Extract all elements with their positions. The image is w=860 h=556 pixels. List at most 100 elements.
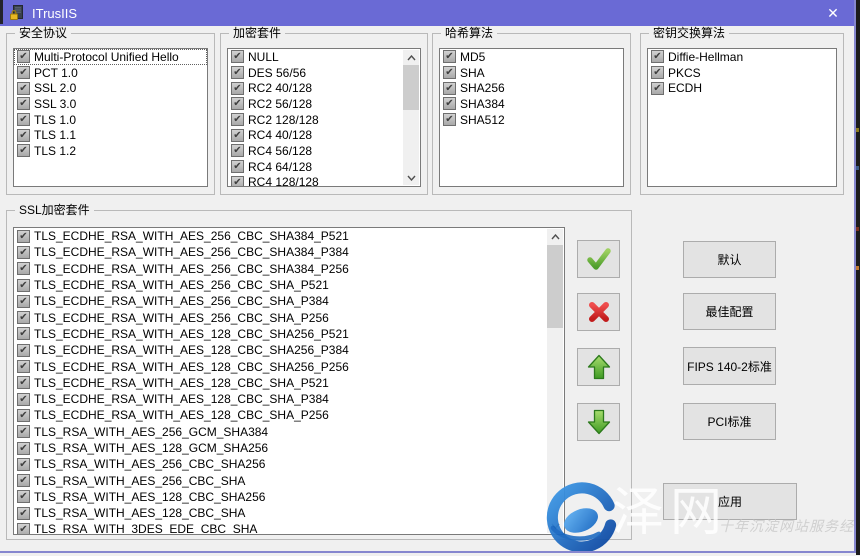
list-item[interactable]: ✔TLS_ECDHE_RSA_WITH_AES_256_CBC_SHA_P256 <box>14 309 564 325</box>
list-item[interactable]: ✔TLS_RSA_WITH_AES_128_CBC_SHA256 <box>14 489 564 505</box>
ciphers-list[interactable]: ✔NULL✔DES 56/56✔RC2 40/128✔RC2 56/128✔RC… <box>227 48 421 187</box>
confirm-button[interactable] <box>577 240 620 278</box>
list-item[interactable]: ✔SHA512 <box>440 112 623 128</box>
checkbox-checked-icon[interactable]: ✔ <box>651 82 664 95</box>
checkbox-checked-icon[interactable]: ✔ <box>17 409 30 422</box>
list-item[interactable]: ✔TLS_ECDHE_RSA_WITH_AES_256_CBC_SHA384_P… <box>14 261 564 277</box>
default-button[interactable]: 默认 <box>683 241 776 278</box>
list-item[interactable]: ✔PCT 1.0 <box>14 65 207 81</box>
scroll-up-icon[interactable] <box>547 229 563 244</box>
checkbox-checked-icon[interactable]: ✔ <box>231 50 244 63</box>
checkbox-checked-icon[interactable]: ✔ <box>17 360 30 373</box>
list-item[interactable]: ✔TLS_RSA_WITH_AES_256_GCM_SHA384 <box>14 424 564 440</box>
list-item[interactable]: ✔RC2 40/128 <box>228 80 420 96</box>
hashes-list[interactable]: ✔MD5✔SHA✔SHA256✔SHA384✔SHA512 <box>439 48 624 187</box>
list-item[interactable]: ✔NULL <box>228 49 420 65</box>
checkbox-checked-icon[interactable]: ✔ <box>17 129 30 142</box>
pci-standard-button[interactable]: PCI标准 <box>683 403 776 440</box>
checkbox-checked-icon[interactable]: ✔ <box>17 507 30 520</box>
ssl-cipher-list[interactable]: ✔TLS_ECDHE_RSA_WITH_AES_256_CBC_SHA384_P… <box>13 227 565 535</box>
ciphers-scrollbar[interactable] <box>403 50 419 185</box>
checkbox-checked-icon[interactable]: ✔ <box>17 82 30 95</box>
checkbox-checked-icon[interactable]: ✔ <box>17 279 30 292</box>
remove-button[interactable] <box>577 293 620 331</box>
checkbox-checked-icon[interactable]: ✔ <box>17 490 30 503</box>
list-item[interactable]: ✔RC2 56/128 <box>228 96 420 112</box>
checkbox-checked-icon[interactable]: ✔ <box>17 376 30 389</box>
best-config-button[interactable]: 最佳配置 <box>683 293 776 330</box>
list-item[interactable]: ✔PKCS <box>648 65 836 81</box>
checkbox-checked-icon[interactable]: ✔ <box>17 474 30 487</box>
checkbox-checked-icon[interactable]: ✔ <box>231 160 244 173</box>
apply-button[interactable]: 应用 <box>663 483 797 520</box>
move-down-button[interactable] <box>577 403 620 441</box>
close-icon[interactable]: ✕ <box>818 0 848 26</box>
checkbox-checked-icon[interactable]: ✔ <box>17 144 30 157</box>
list-item[interactable]: ✔TLS_ECDHE_RSA_WITH_AES_128_CBC_SHA_P384 <box>14 391 564 407</box>
list-item[interactable]: ✔SHA256 <box>440 80 623 96</box>
list-item[interactable]: ✔TLS_ECDHE_RSA_WITH_AES_256_CBC_SHA384_P… <box>14 244 564 260</box>
list-item[interactable]: ✔RC2 128/128 <box>228 112 420 128</box>
checkbox-checked-icon[interactable]: ✔ <box>17 425 30 438</box>
checkbox-checked-icon[interactable]: ✔ <box>231 66 244 79</box>
list-item[interactable]: ✔TLS_RSA_WITH_AES_256_CBC_SHA <box>14 472 564 488</box>
list-item[interactable]: ✔Multi-Protocol Unified Hello <box>14 49 207 65</box>
scroll-down-icon[interactable] <box>403 170 419 185</box>
checkbox-checked-icon[interactable]: ✔ <box>17 393 30 406</box>
move-up-button[interactable] <box>577 348 620 386</box>
list-item[interactable]: ✔RC4 64/128 <box>228 159 420 175</box>
list-item[interactable]: ✔TLS_ECDHE_RSA_WITH_AES_128_CBC_SHA_P521 <box>14 375 564 391</box>
list-item[interactable]: ✔TLS_RSA_WITH_AES_256_CBC_SHA256 <box>14 456 564 472</box>
list-item[interactable]: ✔Diffie-Hellman <box>648 49 836 65</box>
checkbox-checked-icon[interactable]: ✔ <box>651 50 664 63</box>
checkbox-checked-icon[interactable]: ✔ <box>17 523 30 535</box>
list-item[interactable]: ✔SSL 3.0 <box>14 96 207 112</box>
checkbox-checked-icon[interactable]: ✔ <box>443 50 456 63</box>
list-item[interactable]: ✔SHA384 <box>440 96 623 112</box>
checkbox-checked-icon[interactable]: ✔ <box>443 66 456 79</box>
list-item[interactable]: ✔TLS_RSA_WITH_AES_128_GCM_SHA256 <box>14 440 564 456</box>
checkbox-checked-icon[interactable]: ✔ <box>443 97 456 110</box>
list-item[interactable]: ✔DES 56/56 <box>228 65 420 81</box>
checkbox-checked-icon[interactable]: ✔ <box>17 246 30 259</box>
checkbox-checked-icon[interactable]: ✔ <box>17 262 30 275</box>
checkbox-checked-icon[interactable]: ✔ <box>17 66 30 79</box>
list-item[interactable]: ✔TLS_ECDHE_RSA_WITH_AES_256_CBC_SHA384_P… <box>14 228 564 244</box>
scrollbar-thumb[interactable] <box>547 245 563 328</box>
checkbox-checked-icon[interactable]: ✔ <box>651 66 664 79</box>
checkbox-checked-icon[interactable]: ✔ <box>231 176 244 187</box>
protocols-list[interactable]: ✔Multi-Protocol Unified Hello✔PCT 1.0 ✔SS… <box>13 48 208 187</box>
list-item[interactable]: ✔ECDH <box>648 80 836 96</box>
list-item[interactable]: ✔TLS_ECDHE_RSA_WITH_AES_128_CBC_SHA256_P… <box>14 342 564 358</box>
list-item[interactable]: ✔RC4 56/128 <box>228 143 420 159</box>
keyex-list[interactable]: ✔Diffie-Hellman✔PKCS✔ECDH <box>647 48 837 187</box>
list-item[interactable]: ✔MD5 <box>440 49 623 65</box>
checkbox-checked-icon[interactable]: ✔ <box>231 113 244 126</box>
list-item[interactable]: ✔RC4 128/128 <box>228 175 420 188</box>
checkbox-checked-icon[interactable]: ✔ <box>17 230 30 243</box>
list-item[interactable]: ✔RC4 40/128 <box>228 127 420 143</box>
scrollbar-thumb[interactable] <box>403 65 419 110</box>
list-item[interactable]: ✔TLS_RSA_WITH_3DES_EDE_CBC_SHA <box>14 521 564 535</box>
checkbox-checked-icon[interactable]: ✔ <box>231 129 244 142</box>
checkbox-checked-icon[interactable]: ✔ <box>17 344 30 357</box>
list-item[interactable]: ✔TLS 1.0 <box>14 112 207 128</box>
checkbox-checked-icon[interactable]: ✔ <box>17 295 30 308</box>
scroll-up-icon[interactable] <box>403 50 419 65</box>
checkbox-checked-icon[interactable]: ✔ <box>17 311 30 324</box>
checkbox-checked-icon[interactable]: ✔ <box>231 144 244 157</box>
checkbox-checked-icon[interactable]: ✔ <box>443 113 456 126</box>
list-item[interactable]: ✔TLS_ECDHE_RSA_WITH_AES_128_CBC_SHA256_P… <box>14 326 564 342</box>
list-item[interactable]: ✔TLS_ECDHE_RSA_WITH_AES_256_CBC_SHA_P521 <box>14 277 564 293</box>
list-item[interactable]: ✔TLS 1.2 <box>14 143 207 159</box>
checkbox-checked-icon[interactable]: ✔ <box>17 442 30 455</box>
list-item[interactable]: ✔TLS_ECDHE_RSA_WITH_AES_128_CBC_SHA256_P… <box>14 358 564 374</box>
checkbox-checked-icon[interactable]: ✔ <box>443 82 456 95</box>
list-item[interactable]: ✔TLS 1.1 <box>14 127 207 143</box>
fips-standard-button[interactable]: FIPS 140-2标准 <box>683 347 776 385</box>
checkbox-checked-icon[interactable]: ✔ <box>17 113 30 126</box>
list-item[interactable]: ✔TLS_ECDHE_RSA_WITH_AES_256_CBC_SHA_P384 <box>14 293 564 309</box>
list-item[interactable]: ✔SHA <box>440 65 623 81</box>
checkbox-checked-icon[interactable]: ✔ <box>231 82 244 95</box>
list-item[interactable]: ✔TLS_ECDHE_RSA_WITH_AES_128_CBC_SHA_P256 <box>14 407 564 423</box>
